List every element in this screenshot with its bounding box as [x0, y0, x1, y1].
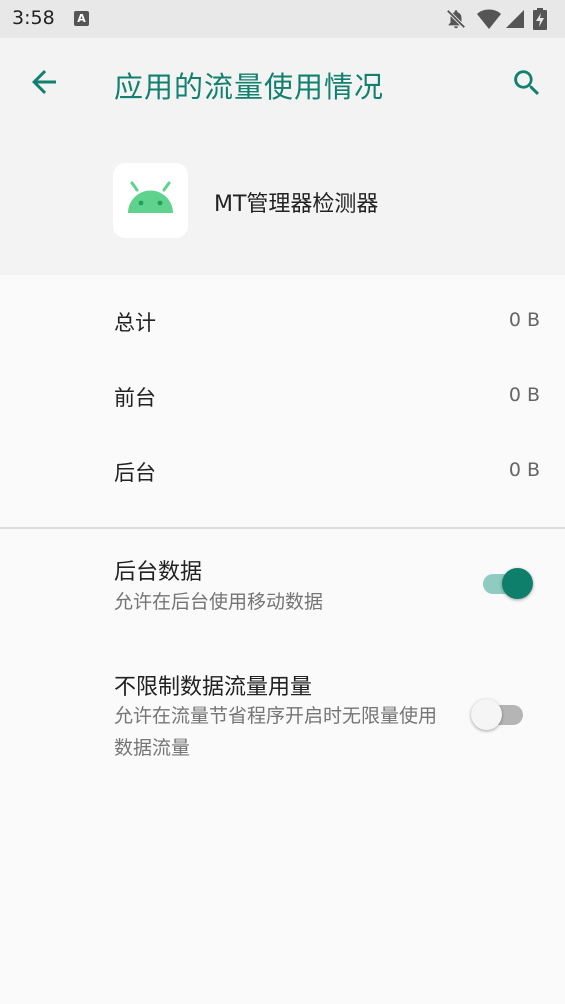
battery-charging-icon [533, 8, 547, 30]
wifi-icon [477, 9, 501, 29]
status-time: 3:58 [12, 7, 55, 29]
notifications-off-icon [446, 9, 466, 29]
setting-background-data[interactable]: 后台数据 允许在后台使用移动数据 [0, 540, 565, 632]
status-icons [445, 8, 555, 30]
setting-subtitle: 允许在后台使用移动数据 [114, 591, 324, 613]
usage-row-background: 后台 0 B [0, 433, 565, 508]
android-icon [128, 181, 173, 213]
setting-unrestricted-data[interactable]: 不限制数据流量用量 允许在流量节省程序开启时无限量使用数据流量 [0, 655, 565, 785]
usage-label: 前台 [114, 386, 156, 410]
back-arrow-icon[interactable] [26, 64, 62, 100]
usage-value: 0 B [508, 309, 540, 331]
usage-value: 0 B [508, 459, 540, 481]
setting-subtitle: 允许在流量节省程序开启时无限量使用数据流量 [114, 705, 438, 759]
setting-title: 不限制数据流量用量 [114, 675, 313, 700]
divider [0, 527, 565, 529]
usage-label: 后台 [114, 461, 156, 485]
app-name: MT管理器检测器 [214, 192, 379, 217]
usage-row-foreground: 前台 0 B [0, 358, 565, 433]
setting-title: 后台数据 [114, 560, 203, 585]
toggle-thumb [502, 568, 533, 599]
toggle-thumb [471, 699, 502, 730]
cellular-signal-icon [506, 10, 524, 28]
search-icon[interactable] [510, 66, 544, 100]
page-title: 应用的流量使用情况 [114, 70, 385, 104]
notification-a-icon: A [74, 11, 89, 26]
usage-value: 0 B [508, 384, 540, 406]
status-bar: 3:58 A [0, 0, 565, 38]
usage-row-total: 总计 0 B [0, 283, 565, 358]
usage-label: 总计 [114, 311, 156, 335]
app-icon [113, 163, 188, 238]
app-bar: 应用的流量使用情况 [0, 38, 565, 128]
app-header: MT管理器检测器 [0, 128, 565, 275]
